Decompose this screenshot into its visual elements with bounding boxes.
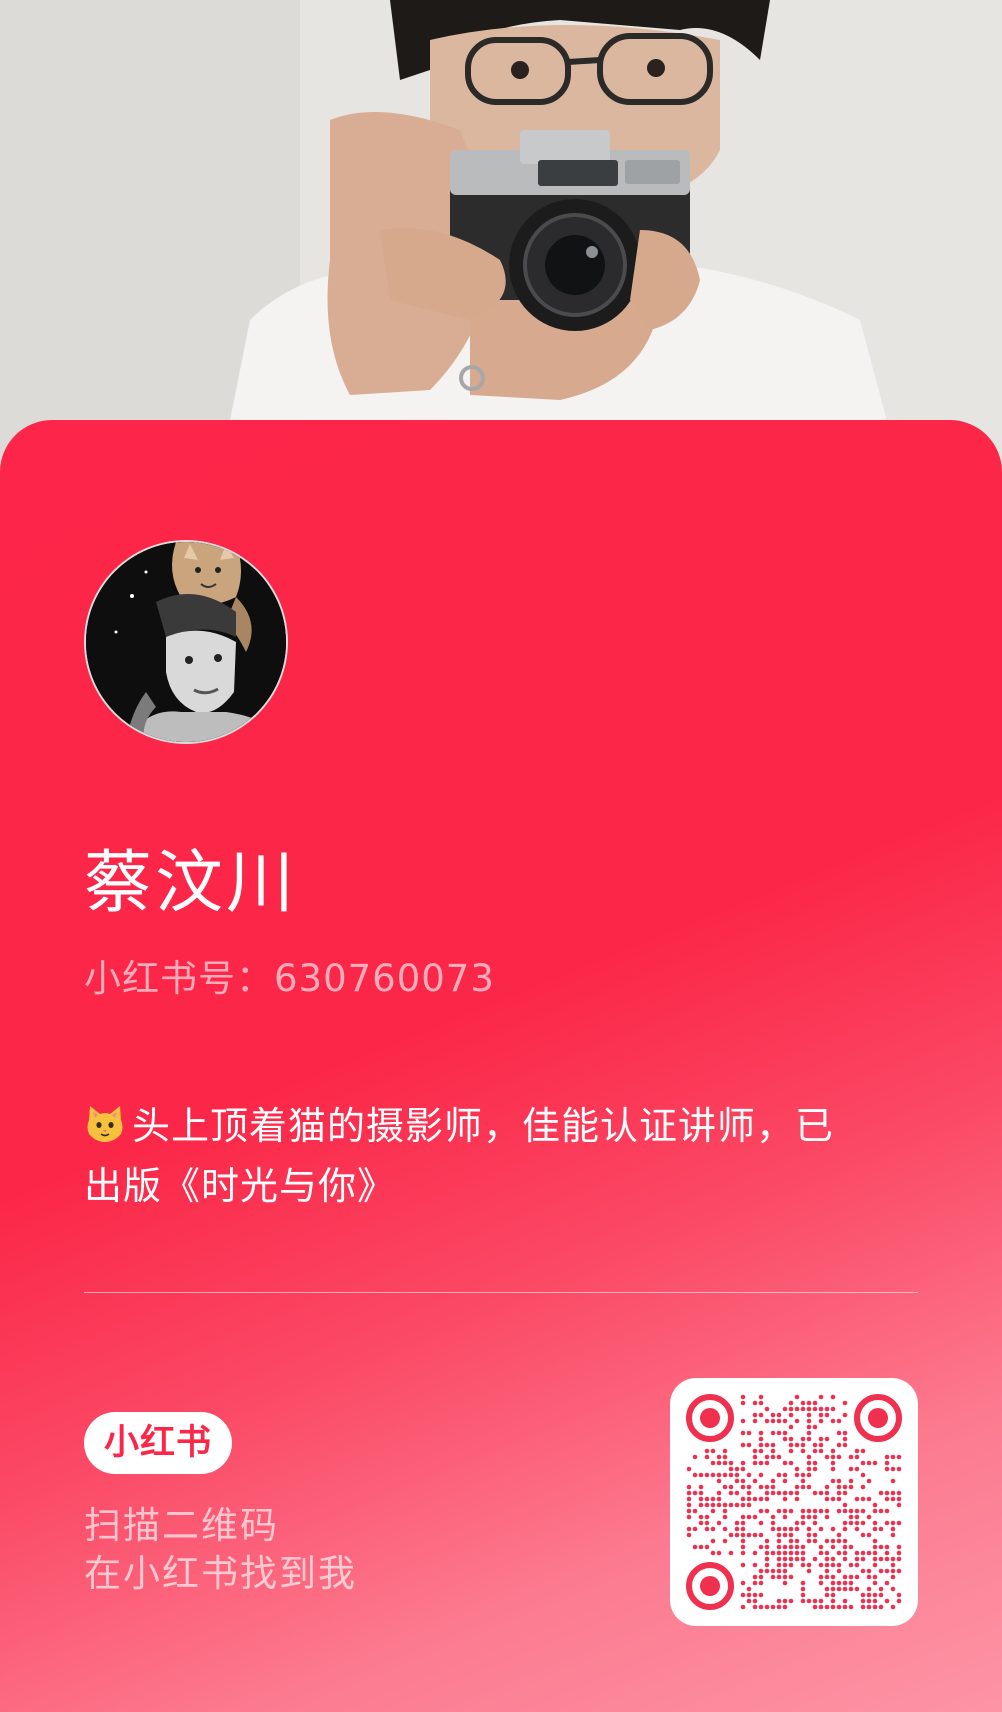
xiaohongshu-logo: 小红书: [84, 1412, 232, 1474]
profile-bio-line2: 出版《时光与你》: [84, 1164, 397, 1208]
qr-finder-bottom-left: [686, 1562, 734, 1610]
profile-bio: 头上顶着猫的摄影师，佳能认证讲师，已 出版《时光与你》: [84, 1096, 929, 1216]
photographer-image: [0, 0, 1002, 470]
profile-id-label: 小红书号：: [84, 957, 274, 1000]
avatar-portrait-image: [86, 542, 286, 742]
cat-face-icon: [84, 1102, 126, 1144]
header-photo: [0, 0, 1002, 470]
qr-finder-top-right: [854, 1394, 902, 1442]
scan-line-2: 在小红书找到我: [84, 1552, 357, 1595]
scan-line-1: 扫描二维码: [84, 1504, 279, 1547]
qr-code[interactable]: [670, 1378, 918, 1626]
profile-id-value: 630760073: [274, 957, 495, 1000]
qr-finder-top-left: [686, 1394, 734, 1442]
avatar[interactable]: [84, 540, 288, 744]
qr-code-image: [686, 1394, 902, 1610]
profile-name: 蔡汶川: [84, 844, 298, 923]
scan-instructions: 扫描二维码 在小红书找到我: [84, 1502, 357, 1598]
profile-bio-line1: 头上顶着猫的摄影师，佳能认证讲师，已: [132, 1104, 835, 1148]
divider: [84, 1292, 918, 1293]
profile-card: 蔡汶川 小红书号：630760073 头上顶着猫的摄影师，佳能认证讲师，已 出版…: [0, 420, 1002, 1712]
profile-id: 小红书号：630760073: [84, 960, 495, 997]
qr-modules: [686, 1394, 902, 1610]
